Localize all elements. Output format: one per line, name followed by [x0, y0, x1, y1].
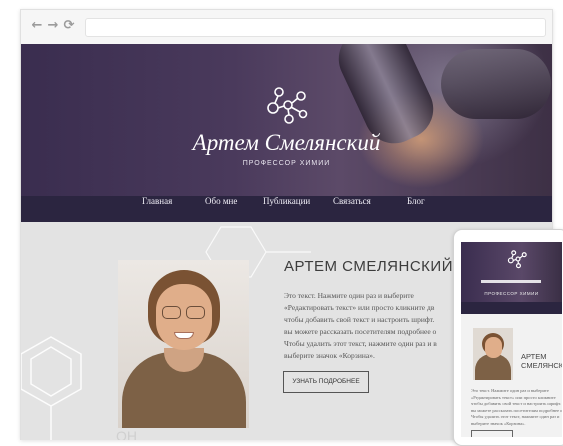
- tablet-hero: ПРОФЕССОР ХИМИИ: [461, 242, 562, 302]
- forward-arrow-icon[interactable]: →: [46, 19, 60, 33]
- tablet-screen: ПРОФЕССОР ХИМИИ АРТЕМ СМЕЛЯНСКИЙ Это тек…: [461, 242, 562, 437]
- profile-photo: [118, 260, 249, 428]
- bio-line: выберите значок «Корзина».: [284, 350, 469, 362]
- hexagon-decoration: [21, 317, 91, 440]
- tablet-profile-bio: Это текст. Нажмите один раз и выберите «…: [471, 388, 562, 427]
- bio-line: Чтобы удалить этот текст, нажмите один р…: [284, 338, 469, 350]
- tablet-bio-line: чтобы добавить свой текст и настроить шр…: [471, 401, 562, 408]
- tablet-menu: [461, 302, 562, 314]
- menu-item-about[interactable]: Обо мне: [205, 196, 237, 222]
- tablet-mockup: ПРОФЕССОР ХИМИИ АРТЕМ СМЕЛЯНСКИЙ Это тек…: [453, 229, 563, 446]
- menu-item-contact[interactable]: Связаться: [333, 196, 371, 222]
- menu-item-home[interactable]: Главная: [142, 196, 172, 222]
- menu-item-blog[interactable]: Блог: [407, 196, 425, 222]
- tablet-bio-line: выберите значок «Корзина».: [471, 421, 562, 428]
- bio-line: чтобы добавить свой текст и настроить шр…: [284, 314, 469, 326]
- site-menu: Главная Обо мне Публикации Связаться Бло…: [21, 196, 552, 222]
- tablet-profile-photo: [473, 328, 513, 380]
- molecule-icon: [265, 84, 311, 126]
- address-bar[interactable]: [85, 18, 546, 37]
- profile-name: АРТЕМ СМЕЛЯНСКИЙ: [284, 258, 453, 275]
- microscope-lens-shape: [441, 49, 551, 119]
- reload-icon[interactable]: ⟳: [62, 19, 76, 33]
- tablet-bio-line: Чтобы удалить этот текст, нажмите один р…: [471, 414, 562, 421]
- back-arrow-icon[interactable]: ←: [30, 19, 44, 33]
- tablet-name-line: СМЕЛЯНСКИЙ: [521, 361, 562, 370]
- tablet-hero-subtitle: ПРОФЕССОР ХИМИИ: [461, 291, 562, 296]
- profile-bio: Это текст. Нажмите один раз и выберите «…: [284, 290, 469, 362]
- menu-item-publications[interactable]: Публикации: [263, 196, 310, 222]
- bio-line: «Редактировать текст» или просто кликнит…: [284, 302, 469, 314]
- tablet-title-placeholder: [481, 280, 541, 283]
- bio-line: Это текст. Нажмите один раз и выберите: [284, 290, 469, 302]
- learn-more-button[interactable]: УЗНАТЬ ПОДРОБНЕЕ: [283, 371, 369, 393]
- hero-title: Артем Смелянский: [21, 130, 552, 156]
- chemical-label: OH: [116, 428, 137, 440]
- tablet-learn-more-button[interactable]: [471, 430, 513, 437]
- browser-toolbar: ← → ⟳: [21, 10, 552, 44]
- tablet-bio-line: Это текст. Нажмите один раз и выберите: [471, 388, 562, 395]
- hero-subtitle: ПРОФЕССОР ХИМИИ: [21, 160, 552, 167]
- tablet-profile-name: АРТЕМ СМЕЛЯНСКИЙ: [521, 352, 562, 370]
- tablet-name-line: АРТЕМ: [521, 352, 562, 361]
- molecule-icon: [507, 248, 529, 270]
- hero-banner: Артем Смелянский ПРОФЕССОР ХИМИИ: [21, 44, 552, 196]
- bio-line: вы можете рассказать посетителям подробн…: [284, 326, 469, 338]
